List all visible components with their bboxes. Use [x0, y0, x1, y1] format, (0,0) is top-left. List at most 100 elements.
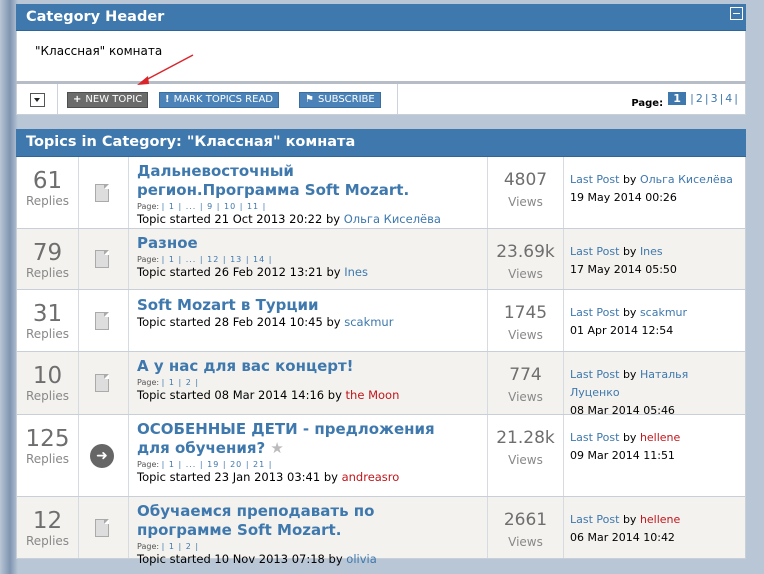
topic-title-link[interactable]: Soft Mozart в Турции: [137, 296, 487, 315]
topics-header-bar: Topics in Category: "Классная" комната: [16, 129, 746, 157]
last-post-link[interactable]: Last Post: [570, 513, 619, 526]
last-post-date: 17 May 2014 05:50: [570, 263, 677, 276]
last-post-cell: Last Post by hellene 06 Mar 2014 10:42: [570, 513, 681, 544]
topic-author-link[interactable]: Ines: [344, 265, 368, 279]
page-link[interactable]: 2: [695, 92, 704, 105]
topic-title-line: А у нас для вас концерт!: [137, 357, 354, 375]
topic-title-link[interactable]: Разное: [137, 234, 487, 253]
topic-start-date: 26 Feb 2012 13:21: [214, 265, 323, 279]
topic-start-date: 23 Jan 2013 03:41: [214, 470, 321, 484]
last-post-link[interactable]: Last Post: [570, 368, 619, 381]
replies-cell: 125 Replies: [17, 415, 79, 496]
views-label: Views: [508, 453, 543, 467]
topic-started-line: Topic started 08 Mar 2014 14:16 by the M…: [137, 388, 400, 402]
last-poster-link[interactable]: Луценко: [570, 386, 620, 399]
topic-document-icon: [95, 374, 109, 392]
topic-pages: Page: | 1 | ... | 19 | 20 | 21 |: [137, 460, 273, 469]
last-poster-link[interactable]: hellene: [640, 431, 680, 444]
topic-author-link[interactable]: the Moon: [346, 388, 400, 402]
last-post-cell: Last Post by Наталья Луценко 08 Mar 2014 0…: [570, 368, 689, 417]
last-post-link[interactable]: Last Post: [570, 245, 619, 258]
subscribe-label: Subscribe: [317, 94, 375, 105]
topic-author-link[interactable]: Ольга Киселёва: [344, 212, 441, 226]
topic-row: 125 Replies ➜ ОСОБЕННЫЕ ДЕТИ - предложения д…: [17, 415, 745, 497]
topic-title-link[interactable]: Обучаемся преподавать по программе Soft M…: [137, 502, 487, 540]
views-label: Views: [508, 267, 543, 281]
topic-start-date: 08 Mar 2014 14:16: [214, 388, 325, 402]
replies-cell: 10 Replies: [17, 352, 79, 414]
replies-label: Replies: [25, 534, 70, 548]
replies-count: 125: [25, 426, 70, 452]
topic-title-line: Разное: [137, 234, 198, 252]
topic-start-date: 10 Nov 2013 07:18: [214, 552, 325, 566]
topic-title-link[interactable]: ОСОБЕННЫЕ ДЕТИ - предложения для обучения…: [137, 420, 487, 458]
replies-label: Replies: [25, 194, 70, 208]
page-link[interactable]: 4: [724, 92, 733, 105]
subscribe-button[interactable]: ⚑ Subscribe: [299, 92, 381, 108]
views-cell: 1745 Views: [488, 290, 564, 351]
last-poster-link[interactable]: Ольга Киселёва: [640, 173, 733, 186]
topic-page-links[interactable]: | 1 | 2 |: [162, 542, 199, 551]
mark-topics-read-button[interactable]: ! Mark Topics Read: [159, 92, 279, 108]
last-post-link[interactable]: Last Post: [570, 173, 619, 186]
topic-main-cell: ОСОБЕННЫЕ ДЕТИ - предложения для обучения…: [129, 415, 488, 496]
page-link[interactable]: 3: [710, 92, 719, 105]
last-poster-link[interactable]: Ines: [640, 245, 663, 258]
collapse-icon[interactable]: [730, 7, 743, 20]
last-poster-link[interactable]: Наталья: [640, 368, 688, 381]
replies-count: 12: [32, 508, 63, 534]
page-label: Page:: [631, 98, 664, 109]
topic-document-icon: [95, 184, 109, 202]
new-topic-button[interactable]: + New Topic: [67, 92, 149, 108]
topic-page-links[interactable]: | 1 | ... | 12 | 13 | 14 |: [162, 255, 273, 264]
topic-row: 12 Replies Обучаемся преподавать по програм…: [17, 497, 745, 566]
last-post-cell: Last Post by hellene 09 Mar 2014 11:51: [570, 431, 681, 462]
mark-read-label: Mark Topics Read: [173, 94, 273, 105]
topic-document-icon: [95, 250, 109, 268]
topic-pages: Page: | 1 | ... | 9 | 10 | 11 |: [137, 202, 267, 211]
topic-pages: Page: | 1 | 2 |: [137, 378, 200, 387]
topic-title-link[interactable]: Дальневосточный регион.Программа Soft Moz…: [137, 162, 487, 200]
topic-author-link[interactable]: andreasro: [342, 470, 400, 484]
replies-cell: 12 Replies: [17, 497, 79, 558]
topic-page-links[interactable]: | 1 | 2 |: [162, 378, 199, 387]
topic-page-links[interactable]: | 1 | ... | 9 | 10 | 11 |: [162, 202, 267, 211]
topic-document-icon: [95, 312, 109, 330]
replies-cell: 31 Replies: [17, 290, 79, 351]
replies-count: 31: [32, 301, 63, 327]
topic-icon-cell: [79, 497, 129, 558]
topic-author-link[interactable]: scakmur: [344, 315, 393, 329]
topic-main-cell: Soft Mozart в Турции Topic started 28 Feb…: [129, 290, 488, 351]
views-count: 1745: [503, 303, 548, 323]
topic-pages: Page: | 1 | ... | 12 | 13 | 14 |: [137, 255, 273, 264]
topic-title-line: Soft Mozart в Турции: [137, 296, 319, 314]
toolbar-separator: [397, 84, 398, 114]
topic-title-link[interactable]: А у нас для вас концерт!: [137, 357, 487, 376]
topic-author-link[interactable]: olivia: [346, 552, 376, 566]
page-current: 1: [668, 92, 686, 105]
last-post-link[interactable]: Last Post: [570, 306, 619, 319]
new-topic-label: New Topic: [85, 94, 143, 105]
exclamation-icon: !: [165, 94, 170, 105]
topics-header-title: Topics in Category: "Классная" комната: [26, 134, 356, 150]
views-count: 21.28k: [496, 428, 555, 448]
views-count: 774: [509, 365, 542, 385]
last-post-link[interactable]: Last Post: [570, 431, 619, 444]
hot-topic-arrow-icon: ➜: [90, 444, 114, 468]
last-post-date: 09 Mar 2014 11:51: [570, 449, 675, 462]
category-description: "Классная" комната: [16, 31, 746, 81]
topic-main-cell: Обучаемся преподавать по программе Soft M…: [129, 497, 488, 566]
topic-page-links[interactable]: | 1 | ... | 19 | 20 | 21 |: [162, 460, 273, 469]
topic-started-line: Topic started 28 Feb 2014 10:45 by scakm…: [137, 315, 394, 329]
topic-started-line: Topic started 26 Feb 2012 13:21 by Ines: [137, 265, 368, 279]
last-post-date: 19 May 2014 00:26: [570, 191, 677, 204]
topic-start-date: 21 Oct 2013 20:22: [214, 212, 323, 226]
topic-icon-cell: [79, 290, 129, 351]
plus-icon: +: [73, 94, 82, 105]
options-dropdown-icon[interactable]: [30, 93, 45, 107]
replies-label: Replies: [25, 266, 70, 280]
topic-row: 31 Replies Soft Mozart в Турции Topic start…: [17, 290, 745, 352]
last-poster-link[interactable]: hellene: [640, 513, 680, 526]
last-poster-link[interactable]: scakmur: [640, 306, 687, 319]
views-count: 2661: [503, 510, 548, 530]
